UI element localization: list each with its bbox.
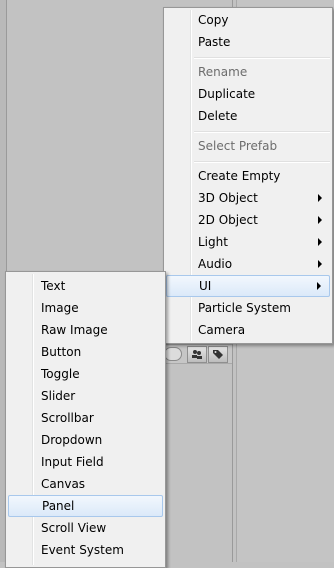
- menu-item-create-empty[interactable]: Create Empty: [166, 165, 330, 187]
- submenu-item-canvas[interactable]: Canvas: [8, 473, 163, 495]
- menu-item-3d-object[interactable]: 3D Object: [166, 187, 330, 209]
- submenu-item-panel[interactable]: Panel: [8, 495, 163, 517]
- menu-item-label: 2D Object: [198, 213, 258, 227]
- submenu-item-button[interactable]: Button: [8, 341, 163, 363]
- menu-item-label: Audio: [198, 257, 233, 271]
- menu-item-label: UI: [199, 279, 212, 293]
- context-menu: Copy Paste Rename Duplicate Delete Selec…: [163, 7, 333, 344]
- submenu-item-event-system[interactable]: Event System: [8, 539, 163, 561]
- menu-item-select-prefab: Select Prefab: [198, 139, 278, 153]
- submenu-item-input-field[interactable]: Input Field: [8, 451, 163, 473]
- menu-item-particle-system[interactable]: Particle System: [166, 297, 330, 319]
- submenu-arrow-icon: [318, 260, 322, 268]
- submenu-item-slider[interactable]: Slider: [8, 385, 163, 407]
- submenu-item-scroll-view[interactable]: Scroll View: [8, 517, 163, 539]
- submenu-item-image[interactable]: Image: [8, 297, 163, 319]
- menu-item-light[interactable]: Light: [166, 231, 330, 253]
- submenu-arrow-icon: [318, 238, 322, 246]
- menu-item-camera[interactable]: Camera: [166, 319, 330, 341]
- menu-item-ui[interactable]: UI: [166, 275, 330, 297]
- menu-separator: [194, 57, 330, 59]
- menu-item-delete[interactable]: Delete: [166, 105, 330, 127]
- submenu-item-dropdown[interactable]: Dropdown: [8, 429, 163, 451]
- menu-item-rename: Rename: [198, 65, 248, 79]
- menu-item-duplicate[interactable]: Duplicate: [166, 83, 330, 105]
- submenu-arrow-icon: [318, 216, 322, 224]
- search-icon[interactable]: [164, 347, 182, 361]
- menu-separator: [194, 161, 330, 163]
- menu-item-2d-object[interactable]: 2D Object: [166, 209, 330, 231]
- submenu-arrow-icon: [318, 194, 322, 202]
- menu-item-audio[interactable]: Audio: [166, 253, 330, 275]
- submenu-arrow-icon: [317, 282, 321, 290]
- submenu-item-raw-image[interactable]: Raw Image: [8, 319, 163, 341]
- users-icon[interactable]: [187, 346, 207, 363]
- submenu-item-scrollbar[interactable]: Scrollbar: [8, 407, 163, 429]
- menu-item-copy[interactable]: Copy: [166, 9, 330, 31]
- submenu-item-text[interactable]: Text: [8, 275, 163, 297]
- tag-icon[interactable]: [208, 346, 228, 363]
- ui-submenu: Text Image Raw Image Button Toggle Slide…: [5, 271, 166, 568]
- menu-separator: [194, 131, 330, 133]
- submenu-item-toggle[interactable]: Toggle: [8, 363, 163, 385]
- menu-item-label: Light: [198, 235, 228, 249]
- menu-item-label: 3D Object: [198, 191, 258, 205]
- menu-item-paste[interactable]: Paste: [166, 31, 330, 53]
